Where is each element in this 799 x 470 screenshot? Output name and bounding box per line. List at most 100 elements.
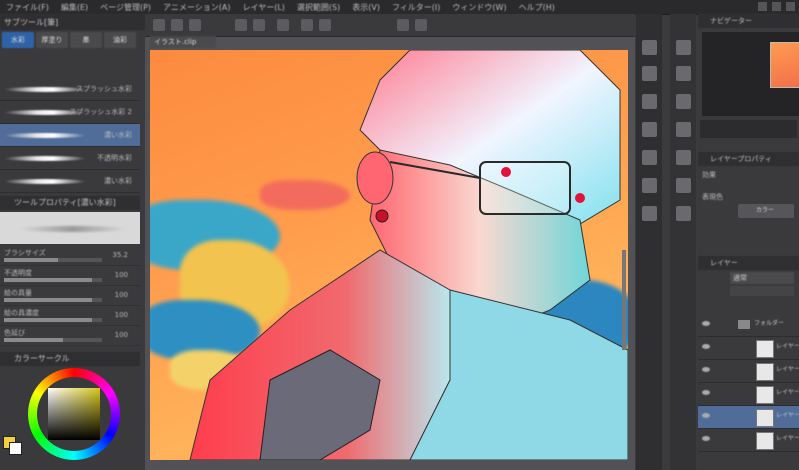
brush-preview-stroke [18, 226, 128, 232]
subtool-tab-thick[interactable]: 厚塗り [36, 32, 68, 48]
color-wheel[interactable] [28, 368, 120, 460]
material-icon[interactable] [676, 178, 691, 193]
layer-thumbnail [756, 340, 774, 358]
property-row[interactable]: 不透明度 100 [0, 266, 140, 286]
navigator-preview[interactable] [702, 32, 799, 116]
eye-icon[interactable] [702, 367, 710, 372]
open-icon[interactable] [171, 19, 183, 31]
brush-item[interactable]: 濃い水彩 [0, 170, 140, 193]
clear-icon[interactable] [277, 19, 289, 31]
navigator-title: ナビゲーター [698, 14, 799, 28]
layer-name: レイヤー 38 [776, 343, 799, 350]
menu-file[interactable]: ファイル(F) [6, 2, 49, 13]
close-icon[interactable] [786, 2, 795, 11]
brush-stroke-preview [4, 87, 86, 92]
info-icon[interactable] [642, 206, 657, 221]
property-row[interactable]: 絵の具濃度 100 [0, 306, 140, 326]
property-label: 絵の具量 [4, 289, 32, 297]
menu-help[interactable]: ヘルプ(H) [519, 2, 555, 13]
layer-search-icon[interactable] [642, 178, 657, 193]
snap-icon[interactable] [397, 19, 409, 31]
brush-item-selected[interactable]: 濃い水彩 [0, 124, 140, 147]
subtool-tab-oil[interactable]: 油彩 [104, 32, 136, 48]
property-slider[interactable] [4, 278, 102, 282]
auto-action-icon[interactable] [642, 122, 657, 137]
layer-panel-title: レイヤー [698, 256, 799, 270]
brush-preview [0, 212, 140, 244]
brush-stroke-preview [4, 179, 86, 184]
navigator-icon[interactable] [676, 40, 691, 55]
fill-icon[interactable] [319, 19, 331, 31]
maximize-icon[interactable] [772, 2, 781, 11]
menu-layer[interactable]: レイヤー(L) [242, 2, 284, 13]
navigator-zoom-bar[interactable] [700, 120, 797, 138]
property-slider[interactable] [4, 258, 102, 262]
menu-filter[interactable]: フィルター(I) [392, 2, 440, 13]
eye-icon[interactable] [702, 344, 710, 349]
property-label: 色延び [4, 329, 25, 337]
minimize-icon[interactable] [758, 2, 767, 11]
layer-row[interactable]: レイヤー 34 [698, 383, 799, 406]
menu-select[interactable]: 選択範囲(S) [297, 2, 340, 13]
eye-icon[interactable] [702, 390, 710, 395]
layer-name: レイヤー 34 [776, 389, 799, 396]
new-icon[interactable] [153, 19, 165, 31]
save-icon[interactable] [189, 19, 201, 31]
property-slider[interactable] [4, 338, 102, 342]
layer-row[interactable]: レイヤー 38 [698, 337, 799, 360]
canvas-tab[interactable]: イラスト.clip [150, 36, 216, 48]
eye-icon[interactable] [702, 413, 710, 418]
menu-animation[interactable]: アニメーション(A) [163, 2, 230, 13]
undo-icon[interactable] [235, 19, 247, 31]
blend-mode-select[interactable]: 通常 [730, 272, 794, 284]
layer-thumbnail [756, 432, 774, 450]
menu-page[interactable]: ページ管理(P) [100, 2, 151, 13]
subtool-tab-ink[interactable]: 墨 [70, 32, 102, 48]
ruler-icon[interactable] [415, 19, 427, 31]
expression-color-select[interactable]: カラー [738, 204, 794, 218]
property-value: 100 [114, 271, 128, 279]
pencil-icon[interactable] [676, 206, 691, 221]
property-slider[interactable] [4, 318, 102, 322]
brush-item[interactable]: 不透明水彩 [0, 147, 140, 170]
history-icon[interactable] [676, 94, 691, 109]
search-icon[interactable] [676, 66, 691, 81]
illustration-canvas[interactable] [150, 50, 628, 460]
menu-edit[interactable]: 編集(E) [61, 2, 88, 13]
menu-view[interactable]: 表示(V) [352, 2, 380, 13]
brush-item[interactable]: スプラッシュ水彩 [0, 78, 140, 101]
layer-row[interactable]: レイヤー 35 [698, 429, 799, 452]
brush-item[interactable]: スプラッシュ水彩 2 [0, 101, 140, 124]
folder-icon [738, 320, 750, 329]
layer-icon[interactable] [676, 122, 691, 137]
brush-item-label: 不透明水彩 [97, 154, 132, 162]
property-slider[interactable] [4, 298, 102, 302]
layer-row-selected[interactable]: レイヤー 36 [698, 406, 799, 429]
menu-window[interactable]: ウィンドウ(W) [452, 2, 506, 13]
eye-icon[interactable] [702, 321, 710, 326]
transform-icon[interactable] [301, 19, 313, 31]
history-icon[interactable] [642, 94, 657, 109]
layer-row[interactable]: レイヤー 37 [698, 360, 799, 383]
sub-color-swatch[interactable] [9, 442, 22, 455]
canvas-scrollbar[interactable] [622, 250, 626, 350]
color-set-icon[interactable] [676, 150, 691, 165]
redo-icon[interactable] [253, 19, 265, 31]
layer-name: レイヤー 36 [776, 412, 799, 419]
subview-icon[interactable] [642, 150, 657, 165]
material-icon[interactable] [642, 66, 657, 81]
property-row[interactable]: ブラシサイズ 35.2 [0, 246, 140, 266]
color-square[interactable] [48, 388, 100, 440]
property-row[interactable]: 絵の具量 100 [0, 286, 140, 306]
property-row[interactable]: 色延び 100 [0, 326, 140, 346]
opacity-slider[interactable] [730, 286, 794, 296]
palette-icon[interactable] [642, 40, 657, 55]
subtool-tab-watercolor[interactable]: 水彩 [2, 32, 34, 48]
property-label: 不透明度 [4, 269, 32, 277]
layer-row[interactable]: フォルダー [698, 314, 799, 337]
right-icon-strip-2 [670, 14, 696, 470]
eye-icon[interactable] [702, 436, 710, 441]
property-label: ブラシサイズ [4, 249, 46, 257]
layer-name: レイヤー 37 [776, 366, 799, 373]
property-value: 100 [114, 331, 128, 339]
